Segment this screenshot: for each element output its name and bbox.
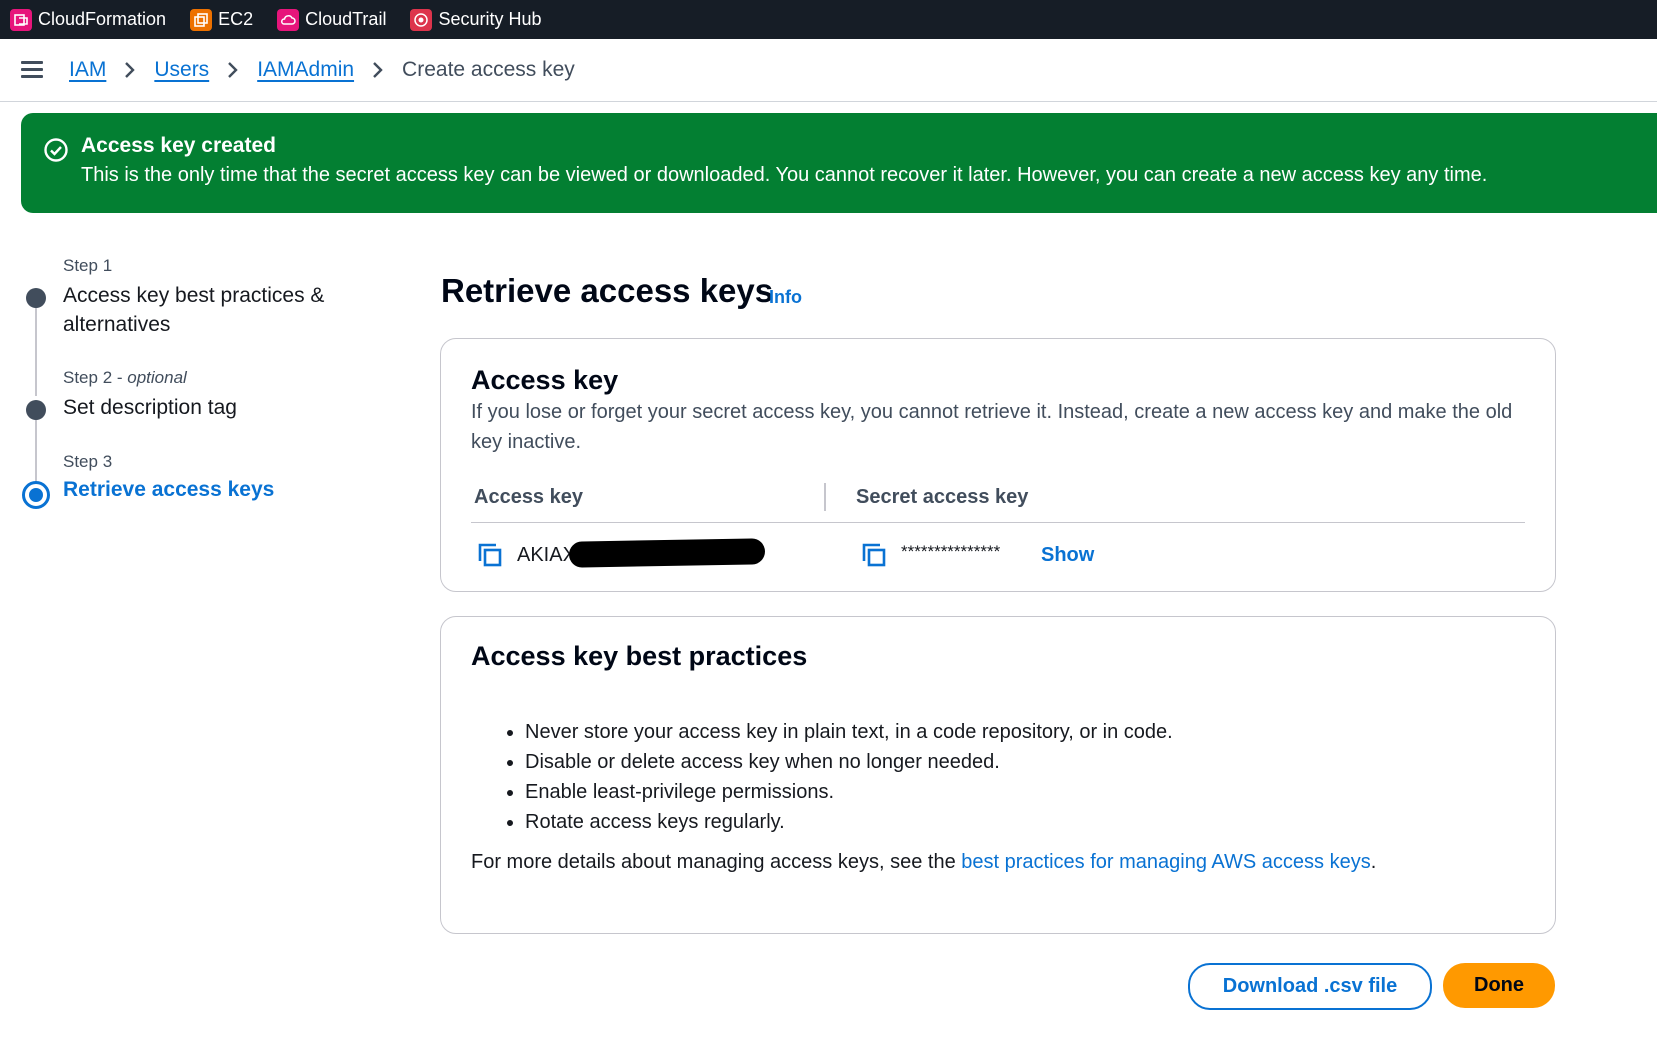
step-3-label: Retrieve access keys bbox=[63, 478, 275, 501]
step-2-dot bbox=[26, 400, 46, 420]
cloudformation-icon bbox=[10, 8, 32, 31]
best-practices-more: For more details about managing access k… bbox=[471, 851, 1377, 873]
breadcrumb-current: Create access key bbox=[402, 58, 575, 81]
row-divider bbox=[471, 522, 1525, 523]
step-connector bbox=[35, 412, 37, 486]
copy-icon[interactable] bbox=[861, 542, 887, 568]
hamburger-menu-icon[interactable] bbox=[21, 61, 43, 79]
column-header-access-key: Access key bbox=[474, 486, 583, 508]
list-item: Enable least-privilege permissions. bbox=[525, 777, 1173, 807]
breadcrumb-users[interactable]: Users bbox=[154, 58, 209, 82]
chevron-right-icon bbox=[125, 62, 136, 78]
chevron-right-icon bbox=[228, 62, 238, 78]
favorite-label: CloudTrail bbox=[305, 9, 387, 29]
page-title: Retrieve access keys bbox=[441, 272, 774, 309]
list-item: Disable or delete access key when no lon… bbox=[525, 747, 1173, 777]
column-header-secret-key: Secret access key bbox=[856, 486, 1029, 508]
favorite-ec2[interactable]: EC2 bbox=[190, 8, 254, 31]
favorite-cloudformation[interactable]: CloudFormation bbox=[10, 8, 167, 31]
breadcrumb-iam[interactable]: IAM bbox=[69, 58, 106, 82]
list-item: Never store your access key in plain tex… bbox=[525, 717, 1173, 747]
favorite-security-hub[interactable]: Security Hub bbox=[410, 8, 542, 31]
access-key-value: AKIAX bbox=[517, 544, 576, 566]
favorite-label: EC2 bbox=[218, 9, 254, 29]
best-practices-list: Never store your access key in plain tex… bbox=[499, 717, 1173, 837]
favorite-cloudtrail[interactable]: CloudTrail bbox=[277, 8, 387, 31]
favorite-label: CloudFormation bbox=[38, 9, 167, 29]
step-3-number: Step 3 bbox=[63, 452, 113, 471]
step-3-dot bbox=[22, 481, 50, 509]
secret-key-masked: *************** bbox=[901, 542, 1001, 561]
access-key-card-title: Access key bbox=[471, 365, 619, 395]
info-link[interactable]: Info bbox=[769, 287, 802, 308]
best-practices-card: Access key best practices Never store yo… bbox=[440, 616, 1556, 934]
favorite-label: Security Hub bbox=[438, 9, 542, 29]
favorites-bar: CloudFormation EC2 CloudTrail Security H… bbox=[0, 0, 1657, 39]
step-connector bbox=[35, 300, 37, 396]
list-item: Rotate access keys regularly. bbox=[525, 807, 1173, 837]
flash-message: This is the only time that the secret ac… bbox=[81, 164, 1488, 186]
breadcrumb-iamadmin[interactable]: IAMAdmin bbox=[257, 58, 354, 82]
check-circle-icon bbox=[44, 138, 68, 162]
breadcrumb-bar: IAM Users IAMAdmin Create access key bbox=[0, 39, 1657, 102]
show-secret-link[interactable]: Show bbox=[1041, 544, 1094, 567]
best-practices-link[interactable]: best practices for managing AWS access k… bbox=[961, 851, 1370, 873]
copy-icon[interactable] bbox=[477, 542, 503, 568]
column-divider bbox=[824, 483, 826, 511]
flash-title: Access key created bbox=[81, 134, 276, 157]
cloudtrail-icon bbox=[277, 8, 300, 31]
step-2-link[interactable]: Set description tag bbox=[63, 393, 237, 422]
done-button[interactable]: Done bbox=[1443, 963, 1555, 1008]
access-key-card: Access key If you lose or forget your se… bbox=[440, 338, 1556, 592]
breadcrumb: IAM Users IAMAdmin Create access key bbox=[69, 58, 575, 82]
step-1-dot bbox=[26, 288, 46, 308]
download-csv-button[interactable]: Download .csv file bbox=[1188, 963, 1432, 1010]
chevron-right-icon bbox=[373, 62, 383, 78]
best-practices-title: Access key best practices bbox=[471, 641, 808, 671]
step-2-number: Step 2 - optional bbox=[63, 368, 187, 387]
step-1-link[interactable]: Access key best practices & alternatives bbox=[63, 281, 324, 339]
step-1-number: Step 1 bbox=[63, 256, 113, 275]
ec2-icon bbox=[190, 8, 213, 31]
redaction-mark bbox=[568, 538, 766, 568]
wizard-steps: Step 1 Access key best practices & altern… bbox=[0, 250, 400, 550]
security-hub-icon bbox=[410, 8, 433, 31]
access-key-description: If you lose or forget your secret access… bbox=[471, 401, 1513, 453]
success-flashbar: Access key created This is the only time… bbox=[21, 113, 1657, 213]
